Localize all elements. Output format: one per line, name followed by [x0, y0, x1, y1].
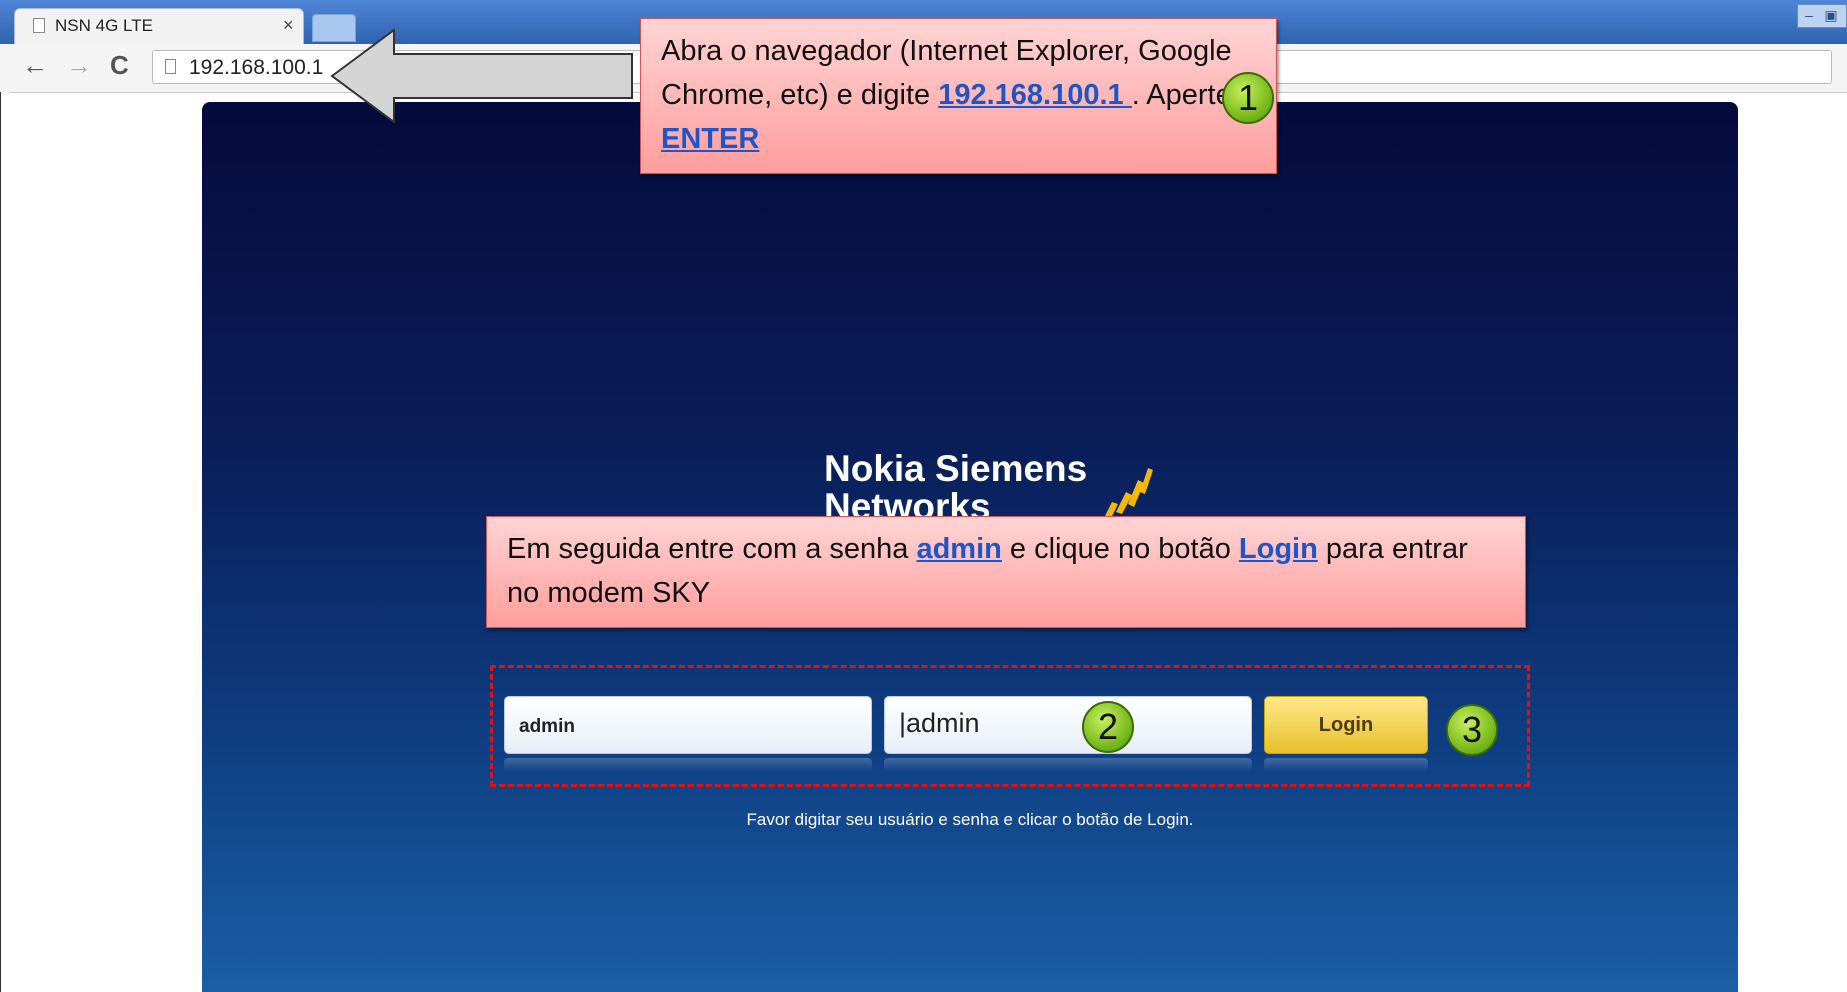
step1-callout: Abra o navegador (Internet Explorer, Goo… — [640, 18, 1277, 174]
page-icon — [33, 18, 45, 33]
step3-badge: 3 — [1446, 704, 1498, 756]
browser-tab[interactable]: NSN 4G LTE × — [14, 8, 304, 44]
left-arrow-icon — [330, 28, 633, 124]
page-icon — [165, 59, 176, 74]
nsn-logo-icon — [1104, 468, 1153, 520]
back-icon[interactable]: ← — [22, 50, 48, 81]
step2-text: Em seguida entre com a senha — [507, 533, 917, 565]
window-controls[interactable]: – ▣ — [1797, 4, 1847, 28]
window-frame — [0, 92, 9, 992]
address-url[interactable]: 192.168.100.1 — [189, 56, 323, 80]
step2-login-link: Login — [1238, 533, 1318, 565]
step1-ip-link: 192.168.100.1 — [938, 79, 1132, 111]
login-help-text: Favor digitar seu usuário e senha e clic… — [746, 810, 1194, 829]
step1-badge: 1 — [1222, 72, 1274, 124]
logo-line1: Nokia Siemens — [824, 448, 1088, 489]
nsn-logo-text: Nokia Siemens Networks — [824, 450, 1087, 526]
minimize-icon[interactable]: – — [1798, 5, 1820, 25]
step2-admin-link: admin — [916, 533, 1002, 565]
step2-callout: Em seguida entre com a senha admin e cli… — [486, 516, 1526, 628]
step2-badge: 2 — [1082, 701, 1134, 753]
restore-icon[interactable]: ▣ — [1820, 5, 1842, 25]
forward-icon[interactable]: → — [66, 50, 92, 81]
login-highlight-box — [490, 665, 1530, 787]
reload-icon[interactable]: C — [110, 50, 129, 81]
close-tab-icon[interactable]: × — [283, 15, 294, 36]
step2-text-b: e clique no botão — [1001, 533, 1239, 565]
tab-title: NSN 4G LTE — [55, 16, 153, 35]
step1-enter-link: ENTER — [661, 123, 760, 155]
